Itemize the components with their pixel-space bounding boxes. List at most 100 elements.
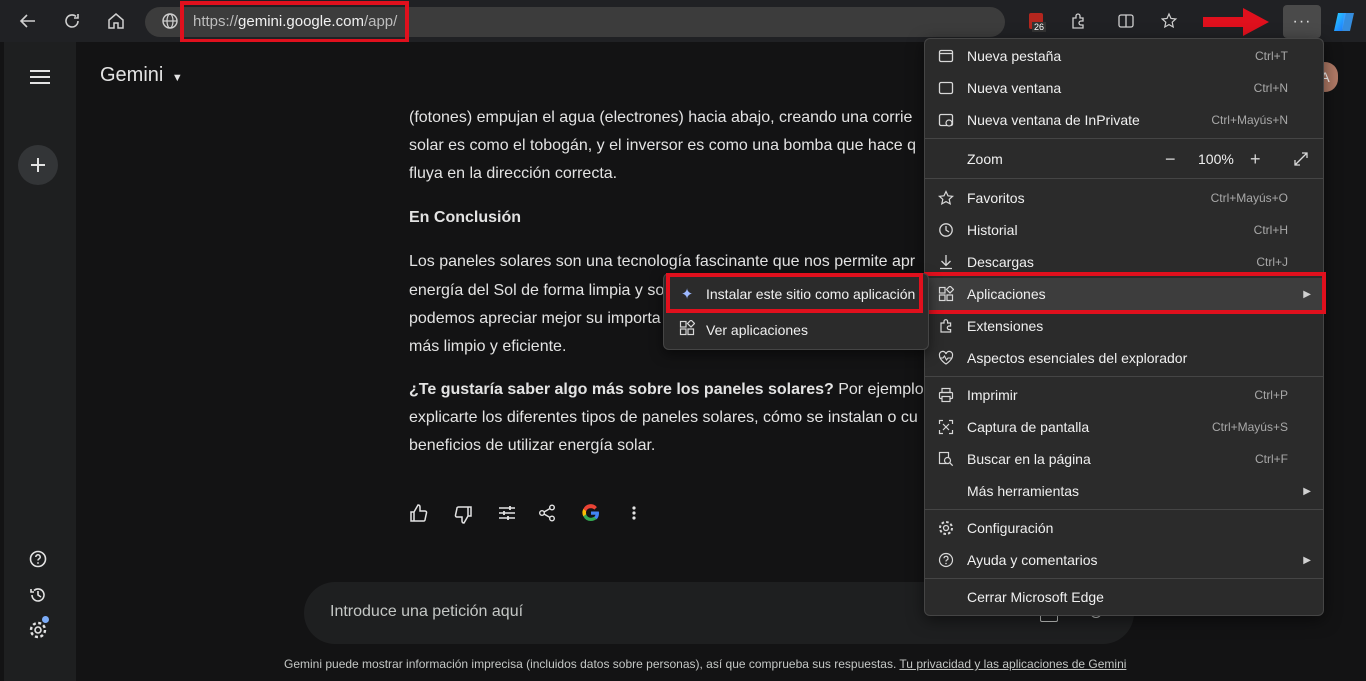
zoom-in-button[interactable]: + xyxy=(1250,149,1261,170)
footer-disclaimer: Gemini puede mostrar información impreci… xyxy=(284,657,1126,671)
split-screen-icon[interactable] xyxy=(1114,9,1138,33)
apps-grid-icon xyxy=(678,319,696,340)
prompt-placeholder: Introduce una petición aquí xyxy=(330,603,524,620)
question-rest: Por ejemplo xyxy=(833,381,924,398)
more-dots: ··· xyxy=(1292,12,1312,30)
refresh-icon[interactable] xyxy=(60,9,84,33)
screenshot-icon xyxy=(937,418,955,436)
highlight-install xyxy=(666,273,923,313)
menu-item-essentials[interactable]: Aspectos esenciales del explorador xyxy=(925,342,1323,374)
menu-shortcut: Ctrl+Mayús+O xyxy=(1210,191,1288,205)
menu-divider xyxy=(925,178,1323,179)
highlight-address xyxy=(180,1,409,43)
menu-divider xyxy=(925,578,1323,579)
menu-item-find[interactable]: Buscar en la página Ctrl+F xyxy=(925,443,1323,475)
menu-shortcut: Ctrl+H xyxy=(1253,223,1288,237)
privacy-link[interactable]: Tu privacidad y las aplicaciones de Gemi… xyxy=(899,657,1126,671)
printer-icon xyxy=(937,386,955,404)
activity-history-icon[interactable] xyxy=(29,586,47,604)
menu-item-screenshot[interactable]: Captura de pantalla Ctrl+Mayús+S xyxy=(925,411,1323,443)
history-icon xyxy=(937,221,955,239)
zoom-out-button[interactable]: − xyxy=(1165,149,1176,170)
app-title[interactable]: Gemini ▼ xyxy=(100,64,183,87)
response-line: energía del Sol de forma limpia y so xyxy=(409,282,665,299)
menu-divider xyxy=(925,138,1323,139)
help-icon[interactable] xyxy=(29,550,47,568)
menu-shortcut: Ctrl+T xyxy=(1255,49,1288,63)
menu-divider xyxy=(925,376,1323,377)
new-tab-icon xyxy=(937,47,955,65)
thumbs-down-icon[interactable] xyxy=(453,505,473,530)
red-arrow-icon xyxy=(1203,8,1269,36)
menu-label: Favoritos xyxy=(967,190,1025,206)
home-icon[interactable] xyxy=(104,9,128,33)
menu-label: Ayuda y comentarios xyxy=(967,552,1098,568)
menu-item-settings[interactable]: Configuración xyxy=(925,512,1323,544)
menu-shortcut: Ctrl+J xyxy=(1256,255,1288,269)
hamburger-menu-icon[interactable] xyxy=(30,69,50,85)
menu-item-more-tools[interactable]: Más herramientas ▶ xyxy=(925,475,1323,507)
menu-label: Extensiones xyxy=(967,318,1044,334)
submenu-item-view-apps[interactable]: Ver aplicaciones xyxy=(664,314,928,346)
heart-pulse-icon xyxy=(937,349,955,367)
menu-shortcut: Ctrl+N xyxy=(1253,81,1288,95)
back-icon[interactable] xyxy=(16,9,40,33)
menu-item-new-window[interactable]: Nueva ventana Ctrl+N xyxy=(925,72,1323,104)
menu-item-help[interactable]: Ayuda y comentarios ▶ xyxy=(925,544,1323,576)
menu-label: Configuración xyxy=(967,520,1054,536)
settings-gear-icon[interactable] xyxy=(29,616,49,639)
share-icon[interactable] xyxy=(538,504,556,527)
browser-settings-menu: Nueva pestaña Ctrl+T Nueva ventana Ctrl+… xyxy=(924,38,1324,616)
menu-item-print[interactable]: Imprimir Ctrl+P xyxy=(925,379,1323,411)
response-line: beneficios de utilizar energía solar. xyxy=(409,437,656,454)
zoom-value: 100% xyxy=(1198,151,1234,167)
favorites-star-icon[interactable] xyxy=(1158,9,1182,33)
menu-shortcut: Ctrl+Mayús+N xyxy=(1211,113,1288,127)
menu-shortcut: Ctrl+F xyxy=(1255,452,1288,466)
response-question: ¿Te gustaría saber algo más sobre los pa… xyxy=(409,376,924,405)
menu-shortcut: Ctrl+Mayús+S xyxy=(1211,420,1288,434)
menu-divider xyxy=(925,509,1323,510)
app-title-text: Gemini xyxy=(100,64,164,86)
menu-label: Nueva ventana xyxy=(967,80,1062,96)
menu-label: Historial xyxy=(967,222,1018,238)
more-options-icon[interactable] xyxy=(630,504,638,527)
menu-item-zoom: Zoom − 100% + xyxy=(925,143,1323,175)
favorites-icon xyxy=(937,189,955,207)
menu-item-inprivate[interactable]: Nueva ventana de InPrivate Ctrl+Mayús+N xyxy=(925,104,1323,136)
menu-item-new-tab[interactable]: Nueva pestaña Ctrl+T xyxy=(925,40,1323,72)
extension-badge-icon[interactable]: 26 xyxy=(1024,9,1048,33)
menu-label: Nueva ventana de InPrivate xyxy=(967,112,1140,128)
chevron-right-icon: ▶ xyxy=(1303,485,1311,497)
extensions-icon xyxy=(937,317,955,335)
notification-dot xyxy=(42,616,49,623)
inprivate-icon xyxy=(937,111,955,129)
google-g-icon[interactable] xyxy=(581,503,601,528)
menu-shortcut: Ctrl+P xyxy=(1254,388,1288,402)
puzzle-icon[interactable] xyxy=(1066,9,1090,33)
response-line: más limpio y eficiente. xyxy=(409,338,567,355)
question-bold: ¿Te gustaría saber algo más sobre los pa… xyxy=(409,381,834,398)
menu-item-favorites[interactable]: Favoritos Ctrl+Mayús+O xyxy=(925,182,1323,214)
modify-response-icon[interactable] xyxy=(498,504,516,527)
new-chat-button[interactable] xyxy=(18,145,58,185)
menu-label: Buscar en la página xyxy=(967,451,1091,467)
more-button[interactable]: ··· xyxy=(1283,5,1321,38)
menu-label: Nueva pestaña xyxy=(967,48,1062,64)
menu-item-extensions[interactable]: Extensiones xyxy=(925,310,1323,342)
response-line: podemos apreciar mejor su importa xyxy=(409,310,661,327)
find-on-page-icon xyxy=(937,450,955,468)
badge-count: 26 xyxy=(1032,22,1047,32)
menu-label: Más herramientas xyxy=(967,483,1080,499)
response-line: fluya en la dirección correcta. xyxy=(409,165,618,182)
thumbs-up-icon[interactable] xyxy=(409,503,429,528)
fullscreen-icon[interactable] xyxy=(1293,151,1309,170)
help-circle-icon xyxy=(937,551,955,569)
menu-item-history[interactable]: Historial Ctrl+H xyxy=(925,214,1323,246)
settings-icon xyxy=(937,519,955,537)
menu-item-close-edge[interactable]: Cerrar Microsoft Edge xyxy=(925,581,1323,613)
globe-icon[interactable] xyxy=(158,9,182,33)
section-heading: En Conclusión xyxy=(409,209,521,226)
response-line: explicarte los diferentes tipos de panel… xyxy=(409,409,918,426)
copilot-icon[interactable] xyxy=(1332,10,1356,34)
